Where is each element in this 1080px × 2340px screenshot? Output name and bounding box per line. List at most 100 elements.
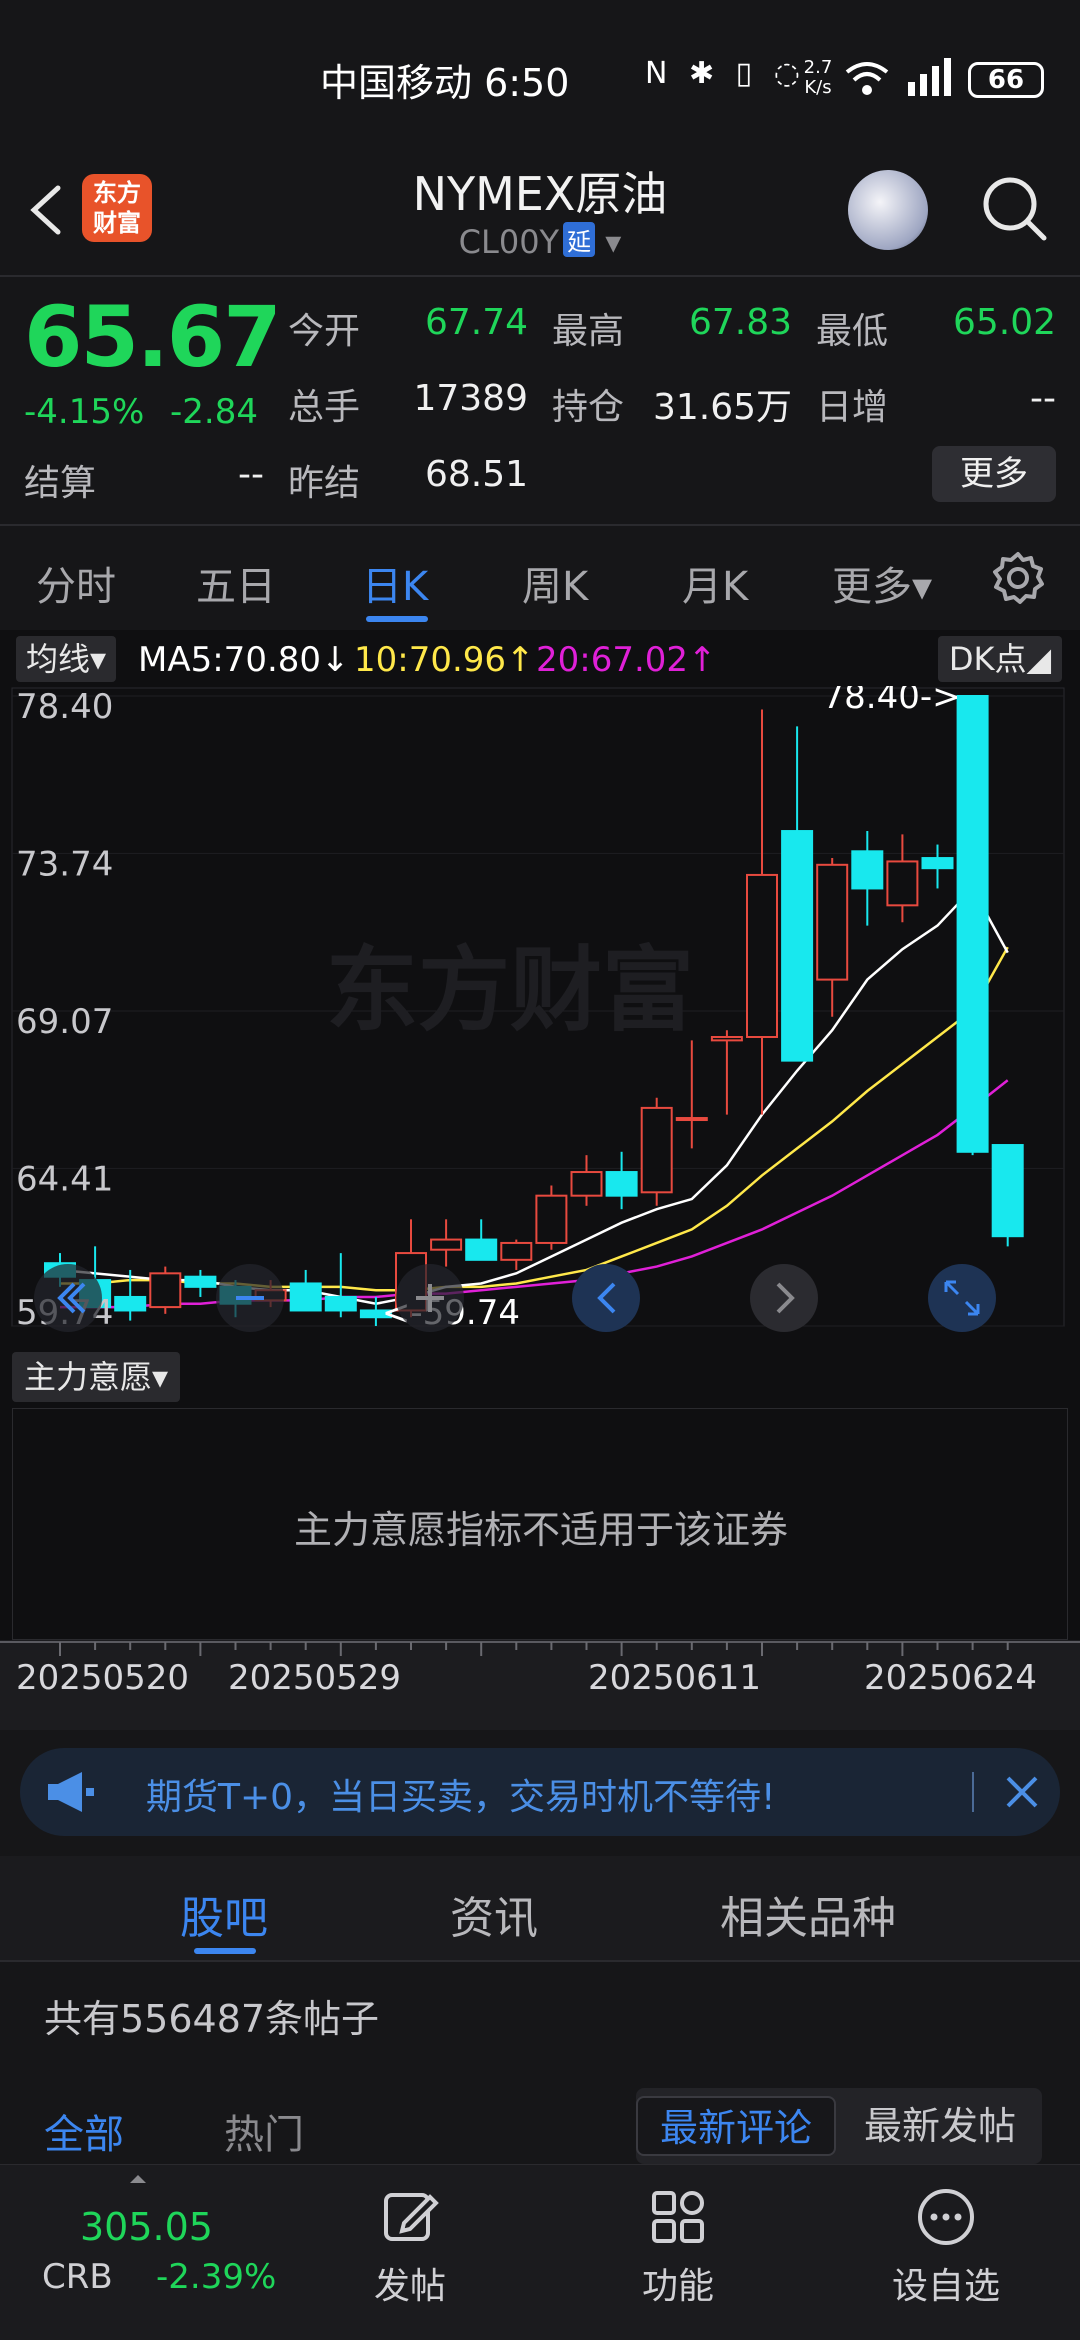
x-axis-ticks (0, 1641, 1080, 1656)
nav-post-label: 发帖 (373, 2266, 446, 2307)
wifi-icon (845, 62, 889, 95)
scroll-right-button[interactable] (750, 1264, 818, 1332)
candlestick-chart[interactable]: 东方财富 78.4073.7469.0764.4159.74 78.40-><-… (0, 686, 1080, 1346)
indicator-message: 主力意愿指标不适用于该证券 (293, 1508, 788, 1552)
max-price-label: 78.40-> (823, 686, 961, 717)
y-tick-label: 78.40 (16, 687, 113, 727)
ma10-value: 10:70.96↑ (354, 640, 535, 680)
candle (746, 709, 778, 1115)
banner-separator (972, 1772, 974, 1812)
promo-banner[interactable]: 期货T+0，当日买卖，交易时机不等待! (20, 1748, 1060, 1836)
filter-all[interactable]: 全部 (44, 2102, 124, 2160)
fullscreen-button[interactable] (928, 1264, 996, 1332)
candle (149, 1266, 182, 1314)
tab-forum[interactable]: 股吧 (180, 1882, 268, 1946)
tab-five-day[interactable]: 五日 (196, 554, 276, 612)
tab-weekly-k[interactable]: 周K (522, 554, 588, 612)
candle-body (675, 1117, 708, 1122)
candle-body (991, 1144, 1024, 1238)
candle-body (114, 1295, 147, 1312)
tab-daily-k[interactable]: 日K (362, 554, 428, 612)
candle-body (921, 857, 954, 870)
tab-monthly-k[interactable]: 月K (682, 554, 748, 612)
tab-related[interactable]: 相关品种 (720, 1882, 896, 1946)
candle-body (535, 1194, 568, 1244)
candle (184, 1269, 217, 1297)
candle-body (710, 1035, 743, 1042)
ma-select-button[interactable]: 均线▾ (16, 636, 117, 682)
candle (605, 1151, 638, 1210)
last-price: 65.67 (24, 288, 282, 386)
candle (324, 1253, 357, 1318)
dk-point-button[interactable]: DK点◢ (938, 636, 1062, 682)
low-label: 最低 (816, 311, 889, 352)
nav-function[interactable]: 功能 (608, 2185, 748, 2309)
volume-value: 17389 (413, 378, 528, 419)
settle-label: 结算 (24, 463, 97, 504)
tab-more[interactable]: 更多▾ (832, 554, 932, 612)
candle-body (324, 1295, 357, 1312)
indicator-select-button[interactable]: 主力意愿▾ (12, 1352, 181, 1402)
nav-watchlist-label: 设自选 (891, 2266, 1000, 2307)
zoom-out-button[interactable] (216, 1264, 284, 1332)
active-section-indicator (194, 1948, 256, 1954)
x-label: 20250624 (864, 1658, 1038, 1698)
volume-label: 总手 (288, 387, 361, 428)
post-count: 共有556487条帖子 (44, 1997, 380, 2041)
low-value: 65.02 (952, 302, 1056, 343)
open-interest-label: 持仓 (552, 387, 625, 428)
daily-increase-label: 日增 (816, 387, 889, 428)
candle (956, 695, 989, 1156)
prev-settle-value: 68.51 (424, 454, 528, 495)
open-interest-value: 31.65万 (652, 387, 792, 428)
sort-latest-comment[interactable]: 最新评论 (636, 2096, 836, 2156)
candle (500, 1239, 533, 1270)
candle-body (816, 863, 849, 981)
nav-watchlist[interactable]: 设自选 (876, 2185, 1016, 2309)
status-icons: N ✱ ▯ ◌ (645, 56, 806, 91)
crb-index-change[interactable]: -2.39% (156, 2257, 276, 2297)
search-icon[interactable] (980, 174, 1050, 244)
crb-index-name[interactable]: CRB (42, 2257, 113, 2297)
scroll-first-button[interactable] (34, 1264, 102, 1332)
watermark-text: 东方财富 (326, 937, 694, 1044)
nav-post[interactable]: 发帖 (340, 2185, 480, 2309)
sort-latest-post[interactable]: 最新发帖 (842, 2096, 1038, 2156)
candle-body (430, 1238, 463, 1251)
candle (675, 1040, 708, 1149)
y-tick-label: 64.41 (16, 1159, 113, 1199)
candle-body (149, 1272, 182, 1309)
daily-increase-value: -- (1030, 378, 1056, 419)
header: 东方 财富 NYMEX原油 CL00Y 延 ▾ (0, 150, 1080, 275)
tab-intraday[interactable]: 分时 (36, 554, 116, 612)
delayed-badge: 延 (563, 222, 596, 257)
ma-legend-bar: 均线▾ MA5:70.80↓ 10:70.96↑ 20:67.02↑ DK点◢ (0, 630, 1080, 686)
divider (0, 1960, 1080, 1962)
candle-body (570, 1171, 603, 1197)
crb-index-value[interactable]: 305.05 (80, 2205, 213, 2249)
candle (851, 831, 884, 926)
grid-icon (652, 2191, 704, 2243)
scroll-left-button[interactable] (572, 1264, 640, 1332)
x-label: 20250611 (588, 1658, 762, 1698)
candle-body (465, 1238, 498, 1261)
candle-body (781, 830, 814, 1062)
more-quote-button[interactable]: 更多 (932, 446, 1056, 502)
x-axis: 20250520 20250529 20250611 20250624 (0, 1640, 1080, 1730)
zoom-in-button[interactable] (396, 1264, 464, 1332)
filter-hot[interactable]: 热门 (224, 2102, 304, 2160)
more-dots-icon (918, 2189, 974, 2245)
candle (640, 1097, 673, 1206)
y-tick-label: 69.07 (16, 1002, 113, 1042)
assistant-robot-icon[interactable] (848, 170, 928, 250)
tab-news[interactable]: 资讯 (450, 1882, 538, 1946)
candle (289, 1269, 322, 1312)
prev-settle-label: 昨结 (288, 463, 361, 504)
open-label: 今开 (288, 311, 361, 352)
settle-value: -- (238, 454, 264, 495)
close-icon[interactable] (1002, 1768, 1042, 1816)
gear-icon[interactable] (988, 548, 1048, 608)
x-label: 20250520 (16, 1658, 190, 1698)
candle-body (289, 1282, 322, 1312)
high-value: 67.83 (688, 302, 792, 343)
